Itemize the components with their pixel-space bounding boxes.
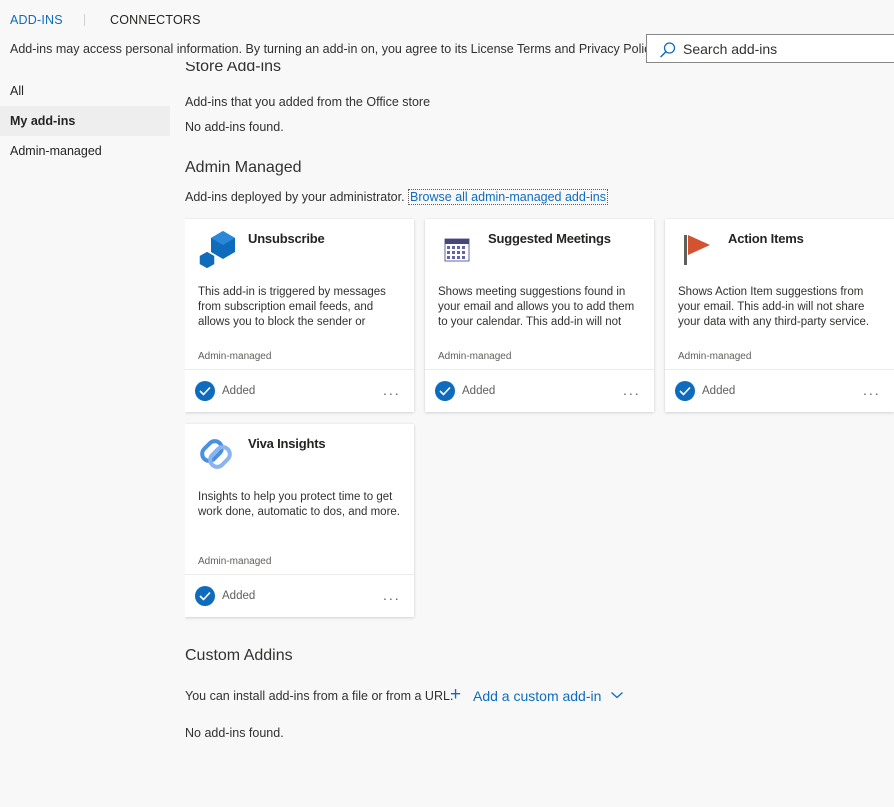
store-section-title: Store Add-ins [185,62,282,75]
plus-icon: + [450,684,462,705]
tab-add-ins[interactable]: ADD-INS [10,13,63,27]
admin-section-title: Admin Managed [185,159,302,176]
flag-icon [684,235,710,265]
admin-section-description-line: Add-ins deployed by your administrator. … [185,189,608,205]
card-status: Added [222,385,256,397]
left-nav: All My add-ins Admin-managed [0,76,170,166]
search-input[interactable] [683,39,893,59]
calendar-icon [444,238,470,262]
search-box[interactable] [646,34,894,63]
added-check-icon [195,381,215,401]
custom-section-description: You can install add-ins from a file or f… [185,689,454,703]
viva-insights-icon [200,439,232,469]
card-description: Shows meeting suggestions found in your … [438,286,635,328]
admin-section-description: Add-ins deployed by your administrator. [185,190,405,204]
card-meta: Admin-managed [198,556,272,567]
custom-section-title: Custom Addins [185,647,293,664]
card-divider [185,574,414,575]
addin-card-viva-insights[interactable]: Viva Insights Insights to help you prote… [185,424,414,617]
addin-card-suggested-meetings[interactable]: Suggested Meetings Shows meeting suggest… [425,219,654,412]
card-divider [665,369,894,370]
tab-separator [84,14,85,26]
card-status: Added [222,590,256,602]
addin-card-action-items[interactable]: Action Items Shows Action Item suggestio… [665,219,894,412]
card-description: Insights to help you protect time to get… [198,491,400,518]
main-content[interactable]: Store Add-ins Add-ins that you added fro… [185,62,894,807]
unsubscribe-hexagon-icon [198,231,235,269]
added-check-icon [195,586,215,606]
add-custom-addin-label: Add a custom add-in [473,688,602,704]
card-meta: Admin-managed [198,351,272,362]
card-title: Viva Insights [248,436,326,451]
card-title: Suggested Meetings [488,231,611,246]
search-icon [660,42,676,58]
browse-admin-managed-link[interactable]: Browse all admin-managed add-ins [408,189,608,205]
card-meta: Admin-managed [678,351,752,362]
added-check-icon [435,381,455,401]
card-status: Added [462,385,496,397]
tab-connectors[interactable]: CONNECTORS [110,13,201,27]
card-title: Action Items [728,231,804,246]
card-title: Unsubscribe [248,231,325,246]
card-meta: Admin-managed [438,351,512,362]
custom-empty-message: No add-ins found. [185,726,284,740]
added-check-icon [675,381,695,401]
nav-item-all[interactable]: All [0,76,170,106]
more-options-button[interactable]: ... [863,379,889,401]
store-section-description: Add-ins that you added from the Office s… [185,95,431,109]
card-status: Added [702,385,736,397]
more-options-button[interactable]: ... [383,584,409,606]
card-description: This add-in is triggered by messages fro… [198,286,386,328]
nav-item-my-add-ins[interactable]: My add-ins [0,106,170,136]
more-options-button[interactable]: ... [623,379,649,401]
store-empty-message: No add-ins found. [185,120,284,134]
card-description: Shows Action Item suggestions from your … [678,286,870,328]
card-divider [185,369,414,370]
more-options-button[interactable]: ... [383,379,409,401]
card-divider [425,369,654,370]
privacy-notice: Add-ins may access personal information.… [10,42,660,56]
chevron-down-icon [611,692,623,699]
addin-card-unsubscribe[interactable]: Unsubscribe This add-in is triggered by … [185,219,414,412]
nav-item-admin-managed[interactable]: Admin-managed [0,136,170,166]
